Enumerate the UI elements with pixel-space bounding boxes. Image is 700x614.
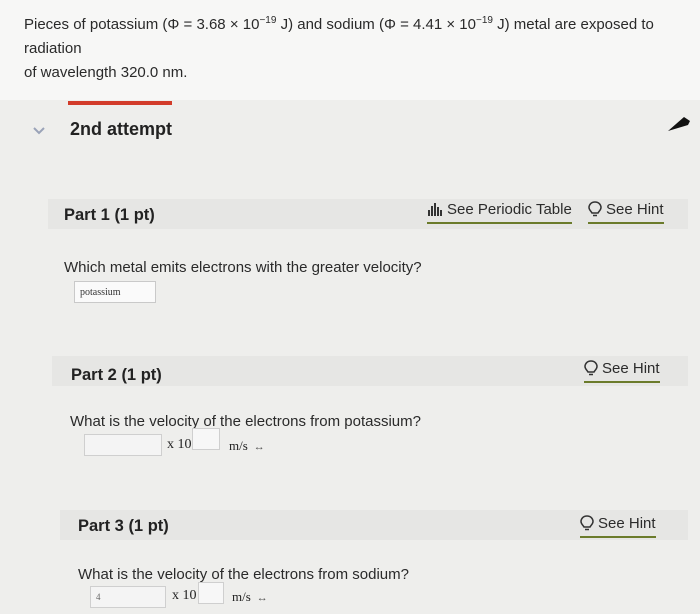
part-1-see-hint-link[interactable]: See Hint [588,201,664,224]
attempt-title: 2nd attempt [70,119,173,139]
part-2-unit[interactable]: m/s ↔ [229,438,265,454]
part-3-question: What is the velocity of the electrons fr… [78,566,409,583]
lightbulb-icon [588,201,602,221]
part-2-value-field[interactable] [84,434,162,456]
part-3-value-field[interactable]: 4 [90,586,166,608]
part-1-title: Part 1 (1 pt) [64,206,155,224]
part-2-times-ten: x 10 [167,437,192,452]
unit-select-icon: ↔ [256,592,268,604]
part-3-see-hint-link[interactable]: See Hint [580,515,656,538]
question-line-2: of wavelength 320.0 nm. [24,64,188,81]
lightbulb-icon [580,515,594,535]
part-3-exponent-field[interactable] [198,582,224,604]
part-1-question: Which metal emits electrons with the gre… [64,259,422,276]
part-3-title: Part 3 (1 pt) [78,517,169,535]
part-2-see-hint-link[interactable]: See Hint [584,360,660,383]
arrow-icon [668,115,692,142]
question-statement: Pieces of potassium (Φ = 3.68 × 10−19 J)… [0,0,700,100]
part-2-exponent-field[interactable] [192,428,220,450]
part-2-question: What is the velocity of the electrons fr… [70,413,421,430]
part-3-times-ten: x 10 [172,588,197,603]
lightbulb-icon [584,360,598,380]
attempt-header[interactable]: 2nd attempt [0,115,700,155]
part-3-unit[interactable]: m/s ↔ [232,589,268,605]
chevron-down-icon[interactable] [32,123,46,141]
part-1-answer-field[interactable]: potassium [74,281,156,303]
attempt-indicator-bar [68,101,172,105]
periodic-table-icon [427,201,443,221]
see-periodic-table-link[interactable]: See Periodic Table [427,201,572,224]
part-2-title: Part 2 (1 pt) [71,366,162,384]
question-line-1: Pieces of potassium (Φ = 3.68 × 10−19 J)… [24,15,654,58]
unit-select-icon: ↔ [253,441,265,453]
